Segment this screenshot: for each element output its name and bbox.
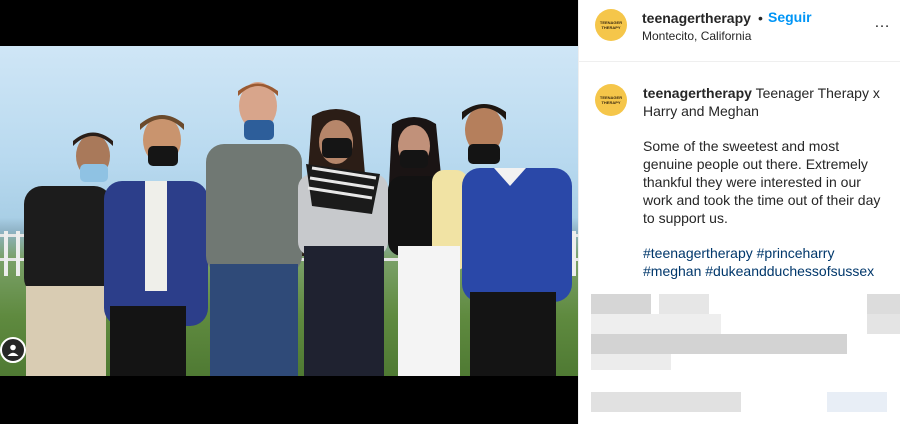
- follow-button[interactable]: Seguir: [768, 9, 812, 25]
- post-photo[interactable]: [0, 46, 578, 376]
- blurred-comments: [579, 290, 900, 424]
- post-header: TEENAGER THERAPY teenagertherapy • Segui…: [579, 0, 900, 62]
- caption-avatar[interactable]: TEENAGER THERAPY: [595, 84, 627, 116]
- post-location[interactable]: Montecito, California: [642, 29, 751, 43]
- user-tag-icon[interactable]: [0, 337, 26, 363]
- account-avatar[interactable]: TEENAGER THERAPY: [595, 9, 627, 41]
- caption-username[interactable]: teenagertherapy: [643, 85, 752, 101]
- caption-body: Some of the sweetest and most genuine pe…: [643, 138, 881, 226]
- group-photo-illustration: [0, 82, 578, 376]
- post-details-panel: TEENAGER THERAPY teenagertherapy • Segui…: [578, 0, 900, 424]
- follow-separator: •: [758, 10, 763, 26]
- caption-hashtags[interactable]: #teenagertherapy #princeharry #meghan #d…: [643, 244, 893, 280]
- post-media: [0, 0, 578, 424]
- account-username[interactable]: teenagertherapy: [642, 10, 751, 26]
- more-options-icon[interactable]: …: [874, 14, 891, 32]
- post-caption: teenagertherapy Teenager Therapy x Harry…: [643, 84, 889, 227]
